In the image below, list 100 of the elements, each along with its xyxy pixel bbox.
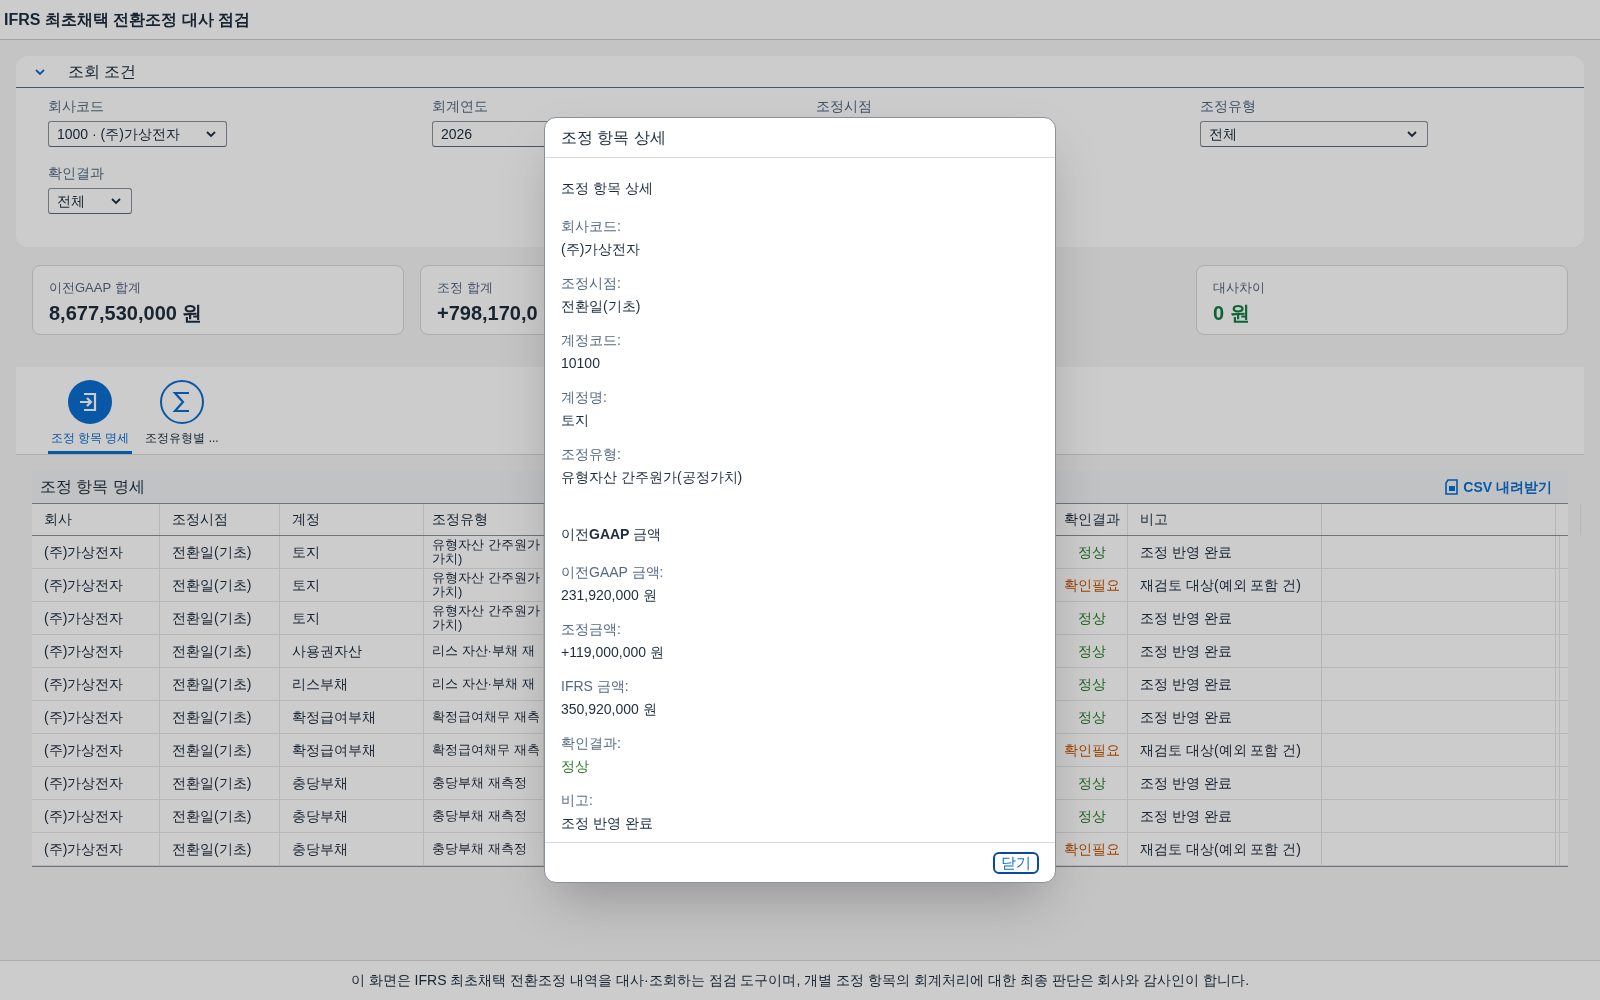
table-cell-text: 전환일(기초): [172, 707, 252, 727]
table-cell-text: 재검토 대상(예외 포함 건): [1140, 740, 1301, 760]
detail-label: 조정유형:: [561, 445, 621, 464]
table-cell-text: 충당부채: [292, 773, 348, 793]
kpi-value: +798,170,0: [437, 300, 538, 326]
column-header: 확인결과: [1063, 510, 1120, 529]
status-text: 확인필요: [1063, 740, 1120, 760]
status-text: 정상: [1077, 707, 1106, 727]
detail-value: 유형자산 간주원가(공정가치): [561, 468, 743, 487]
column-header: 계정: [292, 510, 320, 529]
field-label: 회계연도: [432, 97, 489, 116]
select-field[interactable]: 1000 · (주)가상전자: [48, 121, 227, 147]
detail-label: 계정코드:: [561, 331, 621, 350]
table-cell-text: 토지: [292, 608, 320, 628]
table-cell-text: (주)가상전자: [44, 674, 124, 694]
kpi-label: 이전GAAP 합계: [49, 279, 141, 297]
tab[interactable]: 조정 항목 명세: [48, 379, 132, 454]
table-cell-text: 전환일(기초): [172, 575, 252, 595]
detail-value: 토지: [561, 411, 589, 430]
table-cell-text: 유형자산 간주원가 가치): [432, 537, 541, 567]
table-cell-text: 재검토 대상(예외 포함 건): [1140, 839, 1301, 859]
table-cell-text: 조정 반영 완료: [1140, 773, 1232, 793]
table-cell-text: 전환일(기초): [172, 806, 252, 826]
table-cell-text: 전환일(기초): [172, 641, 252, 661]
column-header: 조정시점: [172, 510, 228, 529]
detail-label: IFRS 금액:: [561, 677, 629, 696]
status-text: 정상: [1077, 806, 1106, 826]
table-title: 조정 항목 명세: [40, 477, 145, 497]
select-field[interactable]: 전체: [1200, 121, 1428, 147]
column-header: 회사: [44, 510, 72, 529]
detail-value: (주)가상전자: [561, 240, 641, 259]
table-cell-text: 전환일(기초): [172, 839, 252, 859]
column-header: 비고: [1140, 510, 1168, 529]
table-cell-text: 조정 반영 완료: [1140, 608, 1232, 628]
table-cell: 리스 자산·부채 재: [432, 676, 535, 692]
status-text: 정상: [1077, 773, 1106, 793]
table-cell-text: 확정급여부채: [292, 740, 376, 760]
field-label: 확인결과: [48, 164, 105, 183]
table-cell-text: (주)가상전자: [44, 608, 124, 628]
detail-label: 조정시점:: [561, 274, 621, 293]
table-cell: 리스 자산·부채 재: [432, 643, 535, 659]
status-text: 정상: [561, 757, 589, 776]
table-cell: 충당부채 재측정: [432, 775, 527, 791]
table-cell-text: 토지: [292, 542, 320, 562]
status-text: 정상: [1077, 674, 1106, 694]
page-title: IFRS 최초채택 전환조정 대사 점검: [4, 9, 251, 30]
table-cell-text: 유형자산 간주원가 가치): [432, 603, 541, 633]
dialog-title: 조정 항목 상세: [545, 118, 1055, 158]
column-header: 조정유형: [432, 510, 488, 529]
table-cell-text: 조정 반영 완료: [1140, 707, 1232, 727]
table-cell-text: (주)가상전자: [44, 839, 124, 859]
field-label: 조정유형: [1200, 97, 1257, 116]
section-heading: 이전GAAP 금액: [561, 525, 663, 544]
table-cell-text: 재검토 대상(예외 포함 건): [1140, 575, 1301, 595]
kpi-value: 0 원: [1213, 300, 1250, 326]
table-cell-text: 충당부채: [292, 806, 348, 826]
table-cell: 확정급여채무 재측: [432, 742, 540, 758]
detail-label: 비고:: [561, 791, 593, 810]
detail-value: +119,000,000 원: [561, 643, 664, 662]
status-text: 확인필요: [1063, 839, 1120, 859]
kpi-label: 대사차이: [1213, 279, 1265, 297]
select-field[interactable]: 전체: [48, 188, 132, 214]
table-cell-text: (주)가상전자: [44, 542, 124, 562]
detail-value: 350,920,000 원: [561, 700, 657, 719]
table-cell: 확정급여채무 재측: [432, 709, 540, 725]
table-cell-text: 조정 반영 완료: [1140, 806, 1232, 826]
detail-value: 조정 반영 완료: [561, 814, 653, 833]
detail-label: 계정명:: [561, 388, 607, 407]
table-cell-text: 조정 반영 완료: [1140, 674, 1232, 694]
status-text: 정상: [1077, 542, 1106, 562]
table-cell-text: (주)가상전자: [44, 641, 124, 661]
detail-value: 전환일(기초): [561, 297, 641, 316]
table-cell-text: 전환일(기초): [172, 773, 252, 793]
table-cell-text: 전환일(기초): [172, 608, 252, 628]
table-cell-text: (주)가상전자: [44, 806, 124, 826]
field-label: 회사코드: [48, 97, 105, 116]
table-cell-text: (주)가상전자: [44, 707, 124, 727]
detail-label: 이전GAAP 금액:: [561, 563, 664, 582]
tab[interactable]: 조정유형별 ...: [140, 379, 224, 454]
detail-value: 231,920,000 원: [561, 586, 657, 605]
csv-download-link[interactable]: CSV 내려받기: [1443, 476, 1552, 498]
table-cell-text: (주)가상전자: [44, 575, 124, 595]
table-cell-text: 충당부채: [292, 839, 348, 859]
table-cell-text: 전환일(기초): [172, 542, 252, 562]
table-cell: 충당부채 재측정: [432, 841, 527, 857]
detail-label: 조정금액:: [561, 620, 621, 639]
field-label: 조정시점: [816, 97, 873, 116]
kpi-value: 8,677,530,000 원: [49, 300, 203, 326]
table-cell-text: 리스부채: [292, 674, 348, 694]
status-text: 정상: [1077, 641, 1106, 661]
table-cell-text: 전환일(기초): [172, 740, 252, 760]
table-cell-text: 토지: [292, 575, 320, 595]
detail-label: 회사코드:: [561, 217, 621, 236]
table-cell-text: 조정 반영 완료: [1140, 641, 1232, 661]
table-cell-text: (주)가상전자: [44, 773, 124, 793]
kpi-label: 조정 합계: [437, 279, 493, 297]
sigma-icon: [159, 379, 205, 425]
detail-value: 10100: [561, 354, 600, 373]
close-button[interactable]: 닫기: [993, 851, 1039, 874]
table-cell-text: 확정급여부채: [292, 707, 376, 727]
